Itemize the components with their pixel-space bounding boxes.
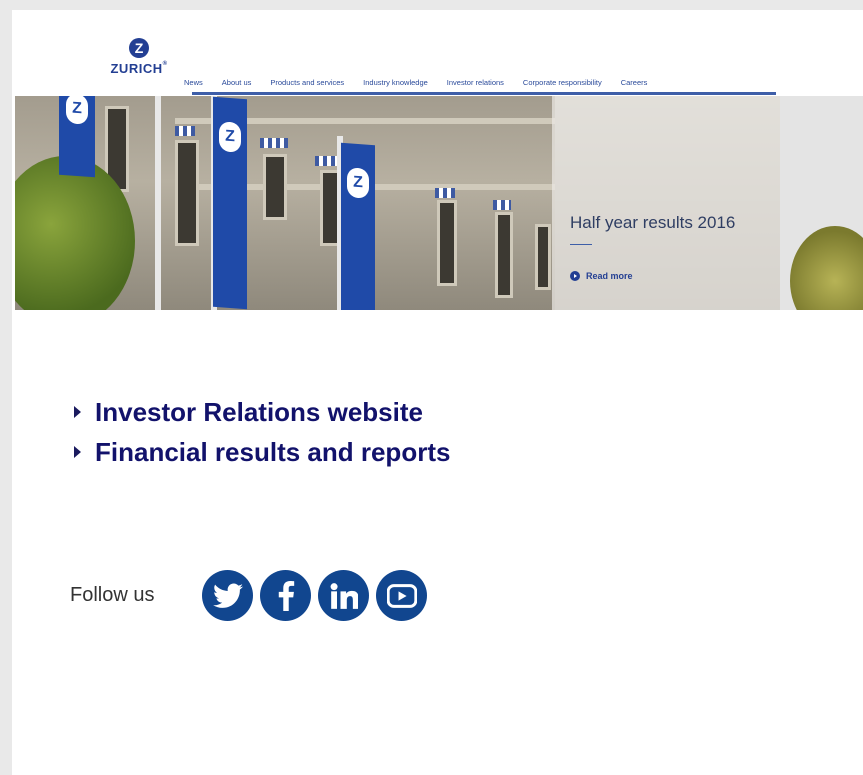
window-awning [493,200,511,210]
main-nav: News About us Products and services Indu… [184,78,666,87]
social-icons [202,570,428,621]
zurich-flag: Z [213,96,247,310]
follow-us-label: Follow us [70,584,155,606]
nav-item-careers[interactable]: Careers [621,78,648,87]
building-window [535,224,551,290]
hero-divider [570,244,592,245]
nav-item-industry-knowledge[interactable]: Industry knowledge [363,78,428,87]
hero-text-panel: Half year results 2016 Read more [552,96,780,310]
investor-links: Investor Relations website Financial res… [74,392,450,472]
building-window [437,200,457,286]
read-more-link[interactable]: Read more [570,271,633,281]
nav-item-about-us[interactable]: About us [222,78,252,87]
zurich-flag: Z [59,96,95,178]
link-label: Investor Relations website [95,396,423,427]
financial-results-link[interactable]: Financial results and reports [74,432,450,472]
youtube-icon[interactable] [376,570,428,621]
follow-us-section: Follow us [70,570,428,621]
zurich-logo[interactable]: Z ZURICH® [104,38,174,76]
twitter-icon[interactable] [202,570,254,621]
window-awning [315,156,337,166]
caret-right-icon [74,406,81,418]
nav-item-investor-relations[interactable]: Investor relations [447,78,504,87]
flag-pole [155,96,161,310]
nav-item-news[interactable]: News [184,78,203,87]
facebook-icon[interactable] [260,570,312,621]
nav-underline [192,92,776,95]
linkedin-icon[interactable] [318,570,370,621]
caret-right-icon [74,446,81,458]
page-frame: Z ZURICH® News About us Products and ser… [12,10,863,775]
logo-text: ZURICH [110,61,163,76]
arrow-circle-icon [570,271,580,281]
window-awning [175,126,195,136]
building-window [495,212,513,298]
nav-item-corporate-responsibility[interactable]: Corporate responsibility [523,78,602,87]
zurich-z-icon: Z [129,38,149,58]
nav-item-products-and-services[interactable]: Products and services [270,78,344,87]
building-window [175,140,199,246]
window-awning [435,188,455,198]
window-awning [260,138,288,148]
hero-banner[interactable]: Z Z Z Half year results 2016 Read more [15,96,863,310]
investor-relations-website-link[interactable]: Investor Relations website [74,392,450,432]
building-window [263,154,287,220]
read-more-label: Read more [586,271,633,281]
link-label: Financial results and reports [95,436,451,467]
hero-title[interactable]: Half year results 2016 [570,213,735,233]
zurich-flag: Z [341,142,375,310]
